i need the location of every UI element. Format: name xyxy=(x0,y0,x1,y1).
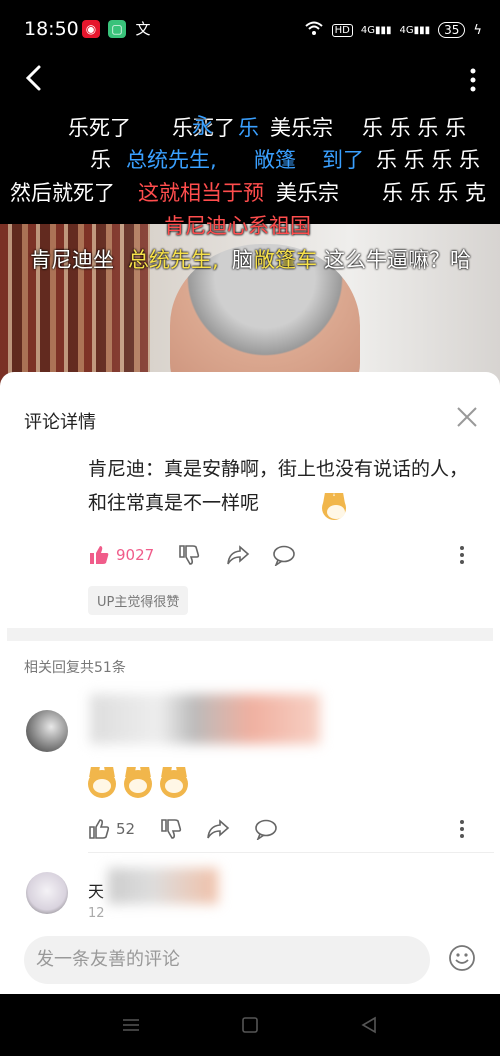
danmaku: 乐 乐 乐 克 xyxy=(382,181,487,205)
dislike-icon[interactable] xyxy=(178,544,200,566)
danmaku: 这就相当于预 xyxy=(138,181,264,205)
doge-emoji xyxy=(322,496,346,524)
up-liked-badge: UP主觉得很赞 xyxy=(88,586,189,615)
signal-2: 4G▮▮▮ xyxy=(399,24,431,36)
danmaku: 永 xyxy=(192,114,213,138)
danmaku: 脑 xyxy=(232,248,253,272)
sheet-title: 评论详情 xyxy=(24,412,96,433)
sheet-header: 评论详情 xyxy=(0,372,500,434)
close-icon[interactable] xyxy=(456,406,478,428)
danmaku: 乐 xyxy=(238,116,259,140)
doge-emoji xyxy=(124,770,152,798)
comment-input-bar: 发一条友善的评论 xyxy=(0,924,500,994)
doge-emoji xyxy=(160,770,188,798)
danmaku: 乐 乐 乐 乐 xyxy=(376,148,481,172)
reply-username[interactable]: 天 xyxy=(88,878,104,902)
video-player[interactable]: 乐死了 乐死了 永 乐 美乐宗 乐 乐 乐 乐 乐 总统先生, 敞篷 到了 乐 … xyxy=(0,62,500,392)
danmaku: 美乐宗 xyxy=(276,181,339,205)
danmaku: 敞篷 xyxy=(254,148,296,172)
comment-actions: 9027 xyxy=(0,540,500,574)
weibo-icon: ◉ xyxy=(82,20,100,38)
hd-badge: HD xyxy=(331,23,353,37)
danmaku: 总统先生, xyxy=(128,248,219,272)
doge-emoji xyxy=(88,770,116,798)
comment-detail-sheet: 评论详情 肯尼迪：真是安静啊，街上也没有说话的人，和往常真是不一样呢 9027 … xyxy=(0,372,500,994)
back-nav-icon[interactable] xyxy=(360,1016,378,1034)
comment-icon[interactable] xyxy=(254,818,278,840)
app-icon: ▢ xyxy=(108,20,126,38)
status-time: 18:50 xyxy=(24,18,79,40)
signal-1: 4G▮▮▮ xyxy=(360,24,392,36)
main-comment: 肯尼迪：真是安静啊，街上也没有说话的人，和往常真是不一样呢 xyxy=(0,452,500,520)
comment-icon[interactable] xyxy=(272,544,296,566)
emoji-icon[interactable] xyxy=(448,944,476,972)
blurred-username xyxy=(90,694,320,744)
dislike-icon[interactable] xyxy=(160,818,182,840)
share-icon[interactable] xyxy=(226,544,250,566)
danmaku: 然后就死了 xyxy=(10,181,115,205)
danmaku: 这么牛逼嘛？哈 xyxy=(324,248,471,272)
reply-meta: 12 xyxy=(88,906,105,921)
danmaku: 美乐宗 xyxy=(270,116,333,140)
status-bar: 18:50 ◉ ▢ 文 HD 4G▮▮▮ 4G▮▮▮ 35 ϟ xyxy=(0,0,500,62)
wifi-icon xyxy=(304,20,324,40)
reply-emojis xyxy=(88,770,188,798)
comment-text: 肯尼迪：真是安静啊，街上也没有说话的人，和往常真是不一样呢 xyxy=(88,458,469,514)
reply-actions: 52 xyxy=(0,814,500,848)
menu-icon[interactable] xyxy=(122,1016,140,1034)
comment-input[interactable]: 发一条友善的评论 xyxy=(24,936,430,984)
danmaku: 总统先生, xyxy=(126,148,217,172)
like-count: 52 xyxy=(116,820,136,838)
status-indicators: HD 4G▮▮▮ 4G▮▮▮ 35 ϟ xyxy=(304,20,482,40)
like-icon xyxy=(89,819,110,839)
more-icon[interactable] xyxy=(468,66,478,94)
reply-divider xyxy=(88,852,494,853)
danmaku: 乐 乐 乐 乐 xyxy=(362,116,467,140)
like-button[interactable]: 52 xyxy=(88,818,135,840)
back-icon[interactable] xyxy=(20,64,48,92)
system-nav-bar xyxy=(0,994,500,1056)
charging-icon: ϟ xyxy=(473,22,482,38)
share-icon[interactable] xyxy=(206,818,230,840)
like-icon xyxy=(90,546,109,564)
avatar[interactable] xyxy=(26,710,68,752)
danmaku: 乐 xyxy=(90,148,111,172)
home-icon[interactable] xyxy=(241,1016,259,1034)
danmaku: 乐死了 xyxy=(68,116,131,140)
reply-count-label: 相关回复共51条 xyxy=(24,660,126,676)
danmaku: 肯尼迪坐 xyxy=(30,248,114,272)
blurred-username xyxy=(108,868,218,904)
like-button[interactable]: 9027 xyxy=(88,544,154,566)
section-divider xyxy=(7,628,493,641)
danmaku: 到了 xyxy=(322,148,364,172)
translate-icon: 文 xyxy=(135,20,151,38)
more-icon[interactable] xyxy=(458,544,466,566)
avatar[interactable] xyxy=(26,872,68,914)
status-app-icons: ◉ ▢ 文 xyxy=(82,20,152,38)
battery-indicator: 35 xyxy=(438,22,466,38)
more-icon[interactable] xyxy=(458,818,466,840)
like-count: 9027 xyxy=(116,546,155,564)
danmaku: 肯尼迪心系祖国 xyxy=(164,214,311,238)
danmaku: 敞篷车 xyxy=(254,248,317,272)
